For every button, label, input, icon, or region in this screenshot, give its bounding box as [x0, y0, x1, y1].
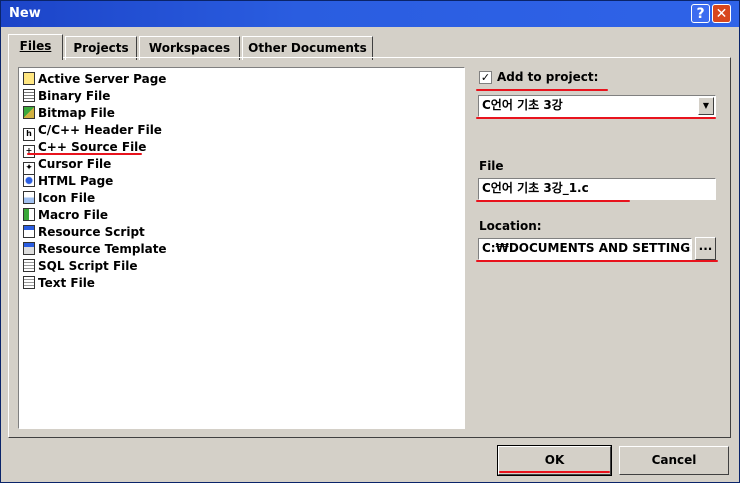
text-icon	[23, 276, 35, 289]
list-item-resource-template[interactable]: Resource Template	[23, 241, 167, 258]
annotation-underline-add-to-project	[476, 89, 608, 91]
annotation-underline-cpp-source	[27, 153, 142, 155]
list-item-html[interactable]: HTML Page	[23, 173, 113, 190]
bitmap-icon	[23, 106, 35, 119]
macro-icon	[23, 208, 35, 221]
file-type-list[interactable]: Active Server Page Binary File Bitmap Fi…	[18, 67, 465, 429]
list-item-asp[interactable]: Active Server Page	[23, 71, 166, 88]
tab-other-documents-label: Other Documents	[248, 41, 367, 55]
sql-icon	[23, 259, 35, 272]
html-icon	[23, 174, 35, 187]
title-bar[interactable]: New ? ✕	[1, 1, 739, 27]
location-label: Location:	[479, 219, 542, 233]
close-button[interactable]: ✕	[712, 4, 731, 23]
tab-files[interactable]: Files	[8, 34, 63, 60]
tab-files-label: Files	[19, 39, 52, 53]
list-item-resource-script[interactable]: Resource Script	[23, 224, 145, 241]
annotation-underline-location	[476, 260, 718, 262]
add-to-project-label: Add to project:	[497, 70, 599, 84]
resource-template-icon	[23, 242, 35, 255]
list-item-text[interactable]: Text File	[23, 275, 95, 292]
annotation-underline-project-dropdown	[476, 117, 716, 119]
annotation-underline-file-name	[476, 200, 630, 202]
project-dropdown[interactable]: C언어 기초 3강 ▼	[478, 95, 716, 117]
list-item-sql[interactable]: SQL Script File	[23, 258, 138, 275]
binary-icon	[23, 89, 35, 102]
list-item-header[interactable]: h C/C++ Header File	[23, 122, 162, 141]
file-name-input[interactable]: C언어 기초 3강_1.c	[478, 178, 716, 200]
file-name-label: File	[479, 159, 504, 173]
list-item-bitmap[interactable]: Bitmap File	[23, 105, 115, 122]
list-item-icon-file[interactable]: Icon File	[23, 190, 95, 207]
location-value: C:₩DOCUMENTS AND SETTINGS	[482, 241, 692, 255]
add-to-project-checkbox[interactable]: ✓	[479, 71, 492, 84]
cancel-button[interactable]: Cancel	[619, 446, 729, 475]
iconfile-icon	[23, 191, 35, 204]
project-dropdown-value: C언어 기초 3강	[482, 98, 563, 112]
location-input[interactable]: C:₩DOCUMENTS AND SETTINGS	[478, 238, 692, 260]
annotation-underline-ok	[499, 471, 610, 473]
asp-icon	[23, 72, 35, 85]
window-title: New	[9, 6, 41, 21]
list-item-cursor[interactable]: ✦ Cursor File	[23, 156, 111, 175]
list-item-binary[interactable]: Binary File	[23, 88, 110, 105]
tab-workspaces-label: Workspaces	[148, 41, 231, 55]
help-button[interactable]: ?	[691, 4, 710, 23]
file-name-value: C언어 기초 3강_1.c	[482, 181, 589, 195]
browse-button[interactable]: ...	[695, 237, 716, 260]
chevron-down-icon[interactable]: ▼	[698, 97, 714, 115]
list-item-macro[interactable]: Macro File	[23, 207, 108, 224]
tab-projects-label: Projects	[73, 41, 129, 55]
resource-script-icon	[23, 225, 35, 238]
